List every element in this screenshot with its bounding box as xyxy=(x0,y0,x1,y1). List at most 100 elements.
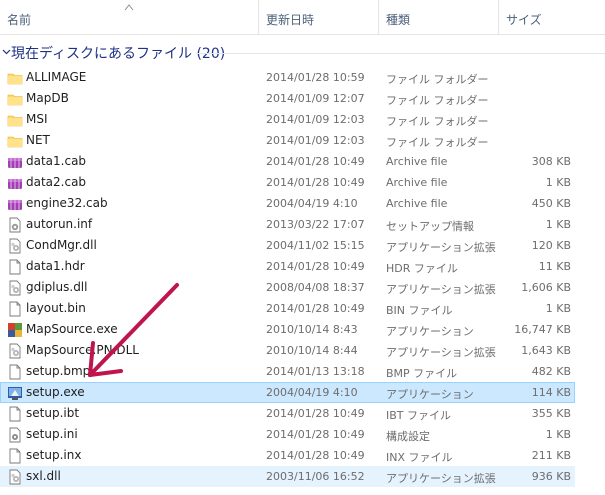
file-row[interactable]: MSI 2014/01/09 12:03 ファイル フォルダー xyxy=(0,109,575,130)
file-row[interactable]: data1.hdr 2014/01/28 10:49 HDR ファイル 11 KB xyxy=(0,256,575,277)
file-row[interactable]: setup.ini 2014/01/28 10:49 構成設定 1 KB xyxy=(0,424,575,445)
file-name: ALLIMAGE xyxy=(26,70,87,84)
dll-icon xyxy=(9,238,21,254)
group-header[interactable]: 現在ディスクにあるファイル (20) xyxy=(0,40,605,66)
column-header-modified-label: 更新日時 xyxy=(266,13,315,27)
archive-icon xyxy=(8,158,22,168)
dll-icon xyxy=(9,469,21,485)
file-name: setup.bmp xyxy=(26,364,91,378)
setup-app-icon xyxy=(8,387,22,400)
file-modified: 2014/01/09 12:03 xyxy=(266,113,365,126)
file-name: engine32.cab xyxy=(26,196,108,210)
file-row[interactable]: MapSource.exe 2010/10/14 8:43 アプリケーション 16,7… xyxy=(0,319,575,340)
file-type: BMP ファイル xyxy=(386,367,458,380)
sort-ascending-icon xyxy=(124,4,134,11)
file-row[interactable]: MapDB 2014/01/09 12:07 ファイル フォルダー xyxy=(0,88,575,109)
file-name: setup.ini xyxy=(26,427,78,441)
file-size: 1 KB xyxy=(545,302,571,315)
file-modified: 2014/01/13 13:18 xyxy=(266,365,365,378)
file-size: 482 KB xyxy=(531,365,571,378)
file-name: data1.cab xyxy=(26,154,87,168)
file-type: IBT ファイル xyxy=(386,409,452,422)
file-modified: 2014/01/28 10:49 xyxy=(266,155,365,168)
file-row[interactable]: layout.bin 2014/01/28 10:49 BIN ファイル 1 KB xyxy=(0,298,575,319)
file-modified: 2014/01/09 12:07 xyxy=(266,92,365,105)
file-name: sxl.dll xyxy=(26,469,61,483)
file-size: 120 KB xyxy=(531,239,571,252)
file-icon xyxy=(9,406,21,422)
file-modified: 2014/01/09 12:03 xyxy=(266,134,365,147)
column-header: 名前 更新日時 種類 サイズ xyxy=(0,0,605,35)
file-type: Archive file xyxy=(386,176,448,189)
folder-icon xyxy=(7,115,23,127)
file-size: 355 KB xyxy=(531,407,571,420)
folder-icon xyxy=(7,73,23,85)
file-size: 16,747 KB xyxy=(514,323,571,336)
file-size: 308 KB xyxy=(531,155,571,168)
file-modified: 2013/03/22 17:07 xyxy=(266,218,365,231)
file-size: 936 KB xyxy=(531,470,571,483)
file-row[interactable]: autorun.inf 2013/03/22 17:07 セットアップ情報 1 KB xyxy=(0,214,575,235)
column-header-modified[interactable]: 更新日時 xyxy=(258,0,378,34)
file-row[interactable]: setup.exe 2004/04/19 4:10 アプリケーション 114 KB xyxy=(0,382,575,403)
file-row[interactable]: sxl.dll 2003/11/06 16:52 アプリケーション拡張 936 KB xyxy=(0,466,575,487)
file-row[interactable]: setup.ibt 2014/01/28 10:49 IBT ファイル 355 KB xyxy=(0,403,575,424)
file-modified: 2010/10/14 8:44 xyxy=(266,344,358,357)
file-name: MapSource.PN.DLL xyxy=(26,343,139,357)
file-modified: 2014/01/28 10:49 xyxy=(266,176,365,189)
file-row[interactable]: setup.bmp 2014/01/13 13:18 BMP ファイル 482 KB xyxy=(0,361,575,382)
file-modified: 2004/04/19 4:10 xyxy=(266,386,358,399)
file-row[interactable]: engine32.cab 2004/04/19 4:10 Archive file 4… xyxy=(0,193,575,214)
file-type: アプリケーション拡張 xyxy=(386,283,496,296)
file-size: 1,606 KB xyxy=(521,281,571,294)
file-name: gdiplus.dll xyxy=(26,280,88,294)
file-row[interactable]: setup.inx 2014/01/28 10:49 INX ファイル 211 KB xyxy=(0,445,575,466)
group-divider xyxy=(196,53,605,54)
file-icon xyxy=(9,448,21,464)
file-row[interactable]: CondMgr.dll 2004/11/02 15:15 アプリケーション拡張 120… xyxy=(0,235,575,256)
file-modified: 2014/01/28 10:49 xyxy=(266,449,365,462)
file-row[interactable]: ALLIMAGE 2014/01/28 10:59 ファイル フォルダー xyxy=(0,67,575,88)
file-name: autorun.inf xyxy=(26,217,93,231)
file-modified: 2008/04/08 18:37 xyxy=(266,281,365,294)
column-header-type[interactable]: 種類 xyxy=(378,0,498,34)
file-row[interactable]: NET 2014/01/09 12:03 ファイル フォルダー xyxy=(0,130,575,151)
chevron-down-icon[interactable] xyxy=(2,47,11,56)
file-modified: 2014/01/28 10:49 xyxy=(266,260,365,273)
file-name: setup.exe xyxy=(26,385,85,399)
file-name: MapSource.exe xyxy=(26,322,118,336)
file-name: layout.bin xyxy=(26,301,86,315)
file-size: 1 KB xyxy=(545,176,571,189)
file-modified: 2014/01/28 10:59 xyxy=(266,71,365,84)
column-header-size-label: サイズ xyxy=(506,13,542,27)
file-type: Archive file xyxy=(386,155,448,168)
column-header-size[interactable]: サイズ xyxy=(498,0,605,34)
folder-icon xyxy=(7,94,23,106)
file-name: setup.ibt xyxy=(26,406,80,420)
file-row[interactable]: MapSource.PN.DLL 2010/10/14 8:44 アプリケーション拡… xyxy=(0,340,575,361)
dll-icon xyxy=(9,280,21,296)
file-name: CondMgr.dll xyxy=(26,238,97,252)
file-icon xyxy=(9,364,21,380)
file-row[interactable]: data1.cab 2014/01/28 10:49 Archive file 308… xyxy=(0,151,575,172)
file-modified: 2004/11/02 15:15 xyxy=(266,239,365,252)
file-modified: 2010/10/14 8:43 xyxy=(266,323,358,336)
file-size: 1,643 KB xyxy=(521,344,571,357)
mapsource-app-icon xyxy=(8,323,22,337)
archive-icon xyxy=(8,200,22,210)
file-name: NET xyxy=(26,133,50,147)
file-row[interactable]: data2.cab 2014/01/28 10:49 Archive file 1 K… xyxy=(0,172,575,193)
column-header-type-label: 種類 xyxy=(386,13,411,27)
file-name: data1.hdr xyxy=(26,259,85,273)
file-type: ファイル フォルダー xyxy=(386,94,489,107)
file-name: setup.inx xyxy=(26,448,82,462)
file-type: HDR ファイル xyxy=(386,262,458,275)
column-header-name[interactable]: 名前 xyxy=(0,0,258,34)
file-type: INX ファイル xyxy=(386,451,453,464)
file-name: MapDB xyxy=(26,91,69,105)
file-row[interactable]: gdiplus.dll 2008/04/08 18:37 アプリケーション拡張 1,6… xyxy=(0,277,575,298)
setup-info-icon xyxy=(9,217,21,233)
dll-icon xyxy=(9,343,21,359)
file-modified: 2003/11/06 16:52 xyxy=(266,470,365,483)
file-size: 450 KB xyxy=(531,197,571,210)
